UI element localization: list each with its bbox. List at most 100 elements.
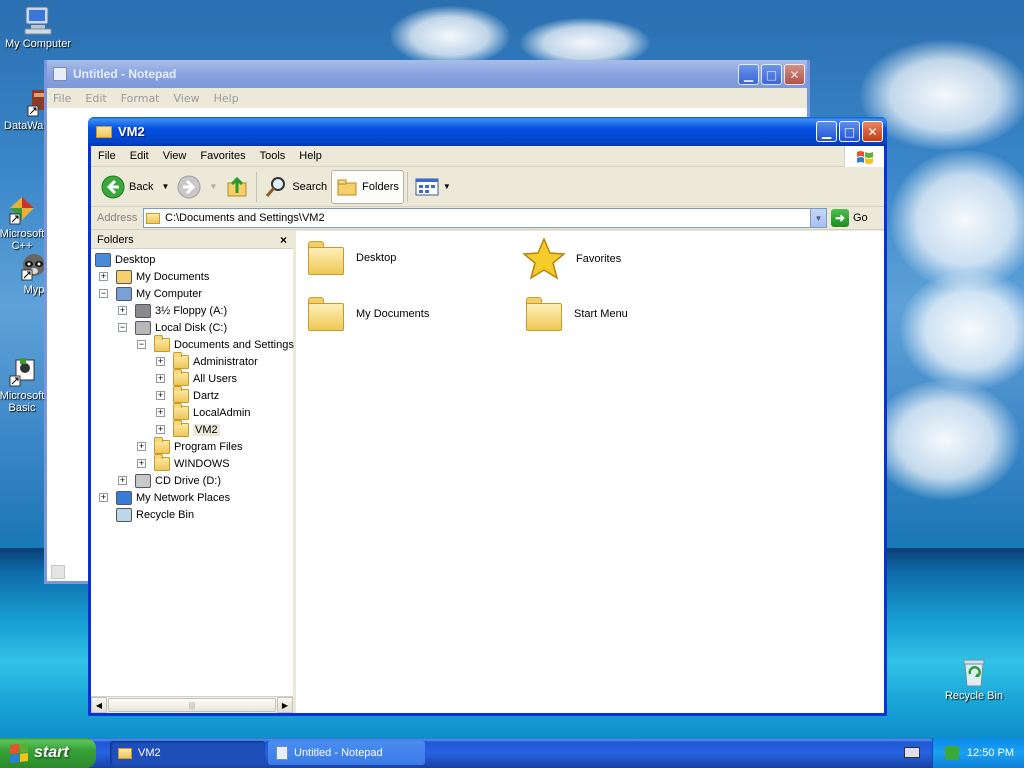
network-icon[interactable] [944, 746, 959, 760]
collapse-icon[interactable]: − [118, 323, 127, 332]
folders-pane-title: Folders [97, 233, 134, 246]
collapse-icon[interactable]: − [99, 289, 108, 298]
notepad-title-bar[interactable]: Untitled - Notepad [47, 60, 807, 88]
expand-icon[interactable]: + [156, 374, 165, 383]
expand-icon[interactable]: + [156, 391, 165, 400]
maximize-button[interactable]: □ [839, 121, 860, 142]
folder-open-icon [173, 419, 189, 437]
clock[interactable]: 12:50 PM [967, 747, 1014, 759]
explorer-window[interactable]: VM2 ▁ □ ✕ File Edit View Favorites Tools… [88, 117, 887, 716]
back-button[interactable]: Back ▼ [97, 170, 173, 204]
close-button[interactable]: ✕ [862, 121, 883, 142]
menu-format[interactable]: Format [121, 92, 160, 105]
taskbar-item-label: Untitled - Notepad [294, 747, 383, 759]
tree-node[interactable]: + My Network Places [99, 489, 230, 506]
menu-edit[interactable]: Edit [85, 92, 106, 105]
close-pane-button[interactable]: × [280, 233, 287, 247]
menu-favorites[interactable]: Favorites [193, 150, 252, 162]
tree-node-label: VM2 [193, 423, 220, 436]
maximize-button[interactable]: □ [761, 64, 782, 85]
views-button[interactable]: ▼ [411, 170, 455, 204]
address-dropdown-button[interactable]: ▼ [810, 209, 826, 227]
menu-view[interactable]: View [156, 150, 194, 162]
close-button[interactable]: ✕ [784, 64, 805, 85]
expand-icon[interactable]: + [118, 476, 127, 485]
cloud [890, 150, 1024, 290]
minimize-button[interactable]: ▁ [738, 64, 759, 85]
up-button[interactable] [221, 170, 253, 204]
tree-node[interactable]: + All Users [156, 368, 237, 387]
star-icon [522, 237, 566, 280]
notepad-icon [53, 67, 67, 81]
scroll-left-button[interactable] [51, 565, 65, 579]
forward-dropdown-icon[interactable]: ▼ [209, 182, 217, 191]
desktop-icon-label: Microsoft Basic [0, 390, 45, 414]
expand-icon[interactable]: + [156, 357, 165, 366]
scroll-thumb[interactable]: ||| [108, 698, 276, 712]
go-label: Go [853, 212, 868, 224]
item-label: My Documents [356, 308, 430, 320]
search-label: Search [292, 180, 328, 193]
scroll-left-button[interactable]: ◀ [91, 697, 107, 713]
menu-tools[interactable]: Tools [253, 150, 293, 162]
tree-horizontal-scrollbar[interactable]: ◀ ||| ▶ [91, 696, 293, 713]
tree-node[interactable]: Recycle Bin [99, 506, 194, 523]
tree-node[interactable]: +3½ Floppy (A:) [118, 302, 227, 319]
menu-file[interactable]: File [91, 150, 123, 162]
item-desktop[interactable]: Desktop [306, 241, 396, 275]
tree-node[interactable]: + CD Drive (D:) [118, 472, 221, 489]
folders-icon [337, 179, 357, 195]
tree-node[interactable]: + WINDOWS [137, 453, 230, 472]
tree-node-label: Recycle Bin [136, 508, 195, 521]
expand-icon[interactable]: + [137, 459, 146, 468]
keyboard-icon[interactable] [904, 747, 920, 758]
forward-button[interactable]: ▼ [173, 170, 221, 204]
minimize-button[interactable]: ▁ [816, 121, 837, 142]
folders-button[interactable]: Folders [331, 169, 404, 204]
menu-view[interactable]: View [174, 92, 200, 105]
desktop-icon-my-computer[interactable]: My Computer [0, 4, 78, 50]
go-button[interactable]: ➜ Go [831, 209, 868, 227]
menu-edit[interactable]: Edit [123, 150, 156, 162]
tree-node[interactable]: + LocalAdmin [156, 402, 250, 421]
tree-node[interactable]: + Program Files [137, 436, 242, 455]
desktop-icon-label: Microsoft C++ [0, 228, 45, 252]
folders-label: Folders [362, 180, 399, 193]
expand-icon[interactable]: + [156, 408, 165, 417]
item-favorites[interactable]: Favorites [522, 237, 621, 281]
explorer-title-bar[interactable]: VM2 [88, 117, 887, 146]
taskbar-item-notepad[interactable]: Untitled - Notepad [268, 741, 425, 765]
tree-node[interactable]: + My Documents [99, 268, 209, 285]
tree-node[interactable]: Desktop [95, 251, 155, 268]
taskbar-item-vm2[interactable]: VM2 [110, 741, 265, 765]
tree-node[interactable]: + Dartz [156, 385, 219, 404]
tree-node[interactable]: + VM2 [156, 419, 220, 438]
folder-icon [154, 334, 170, 352]
menu-help[interactable]: Help [292, 150, 329, 162]
expand-icon[interactable]: + [156, 425, 165, 434]
back-dropdown-icon[interactable]: ▼ [161, 182, 169, 191]
address-input[interactable]: C:\Documents and Settings\VM2 ▼ [143, 208, 827, 228]
collapse-icon[interactable]: − [137, 340, 146, 349]
tree-node[interactable]: − Local Disk (C:) [118, 319, 227, 336]
item-my-documents[interactable]: My Documents [306, 297, 429, 331]
tree-node-label: Administrator [193, 355, 258, 368]
network-places-icon [116, 490, 132, 505]
menu-file[interactable]: File [53, 92, 71, 105]
tree-node[interactable]: + Administrator [156, 351, 258, 370]
expand-icon[interactable]: + [99, 272, 108, 281]
scroll-right-button[interactable]: ▶ [277, 697, 293, 713]
desktop-icon-recycle-bin[interactable]: Recycle Bin [934, 656, 1014, 702]
tree-node[interactable]: − Documents and Settings [137, 334, 294, 353]
expand-icon[interactable]: + [118, 306, 127, 315]
explorer-window-controls: ▁ □ ✕ [816, 121, 883, 142]
expand-icon[interactable]: + [99, 493, 108, 502]
tree-node[interactable]: − My Computer [99, 285, 202, 302]
item-start-menu[interactable]: Start Menu [524, 297, 628, 331]
search-button[interactable]: Search [260, 170, 331, 204]
expand-icon[interactable]: + [137, 442, 146, 451]
folder-icon [154, 436, 170, 454]
views-dropdown-icon[interactable]: ▼ [443, 182, 451, 191]
menu-help[interactable]: Help [214, 92, 239, 105]
start-button[interactable]: start [0, 738, 96, 768]
